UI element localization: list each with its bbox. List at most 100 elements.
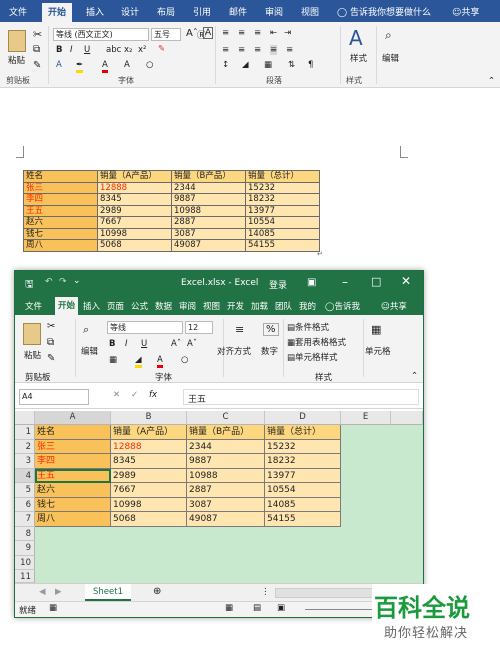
table-cell[interactable]: 54155 xyxy=(245,239,320,252)
excel-tab-insert[interactable]: 插入 xyxy=(83,300,100,312)
italic-icon[interactable]: I xyxy=(125,339,128,349)
cell[interactable]: 10988 xyxy=(187,468,265,483)
word-font-name[interactable]: 等线 (西文正文) xyxy=(53,28,149,41)
bullets-icon[interactable]: ≡ xyxy=(222,28,229,38)
paste-icon[interactable] xyxy=(8,30,26,52)
find-icon[interactable]: ⌕ xyxy=(385,28,392,43)
find-icon[interactable]: ⌕ xyxy=(83,323,89,337)
excel-font-name[interactable]: 等线 xyxy=(107,321,183,334)
add-sheet-icon[interactable]: ⊕ xyxy=(153,586,161,597)
number-format-icon[interactable]: % xyxy=(263,323,279,336)
excel-tab-home[interactable]: 开始 xyxy=(55,297,79,315)
row-header[interactable]: 8 xyxy=(15,526,35,541)
excel-share-button[interactable]: ☺共享 xyxy=(381,300,407,312)
cell[interactable]: 10998 xyxy=(111,497,187,512)
selected-cell[interactable]: 王五 xyxy=(35,468,111,483)
cell-styles-button[interactable]: ▤单元格样式 xyxy=(287,351,338,363)
char-shading-icon[interactable]: A xyxy=(124,60,130,70)
collapse-ribbon-icon[interactable]: ⌃ xyxy=(411,371,418,381)
prev-sheet-icon[interactable]: ◀ xyxy=(39,587,46,597)
increase-indent-icon[interactable]: ⇥ xyxy=(284,28,291,38)
cell[interactable]: 2887 xyxy=(187,483,265,498)
row-header[interactable]: 11 xyxy=(15,570,35,583)
table-cell[interactable]: 2344 xyxy=(171,181,246,194)
fill-color-icon[interactable]: ◢ xyxy=(135,355,142,368)
table-cell[interactable]: 5068 xyxy=(97,239,172,252)
phonetic-icon[interactable]: ○ xyxy=(146,60,153,70)
excel-tab-team[interactable]: 团队 xyxy=(275,300,292,312)
text-effects-icon[interactable]: A xyxy=(56,60,62,70)
excel-tell-me[interactable]: ◯告诉我 xyxy=(325,300,360,312)
excel-cells-label[interactable]: 单元格 xyxy=(365,345,391,357)
undo-icon[interactable]: ↶ xyxy=(45,277,53,287)
excel-tab-mine[interactable]: 我的 xyxy=(299,300,316,312)
column-header[interactable]: A xyxy=(35,411,111,425)
table-cell[interactable]: 7667 xyxy=(97,216,172,229)
maximize-icon[interactable]: □ xyxy=(371,275,381,288)
close-icon[interactable]: ✕ xyxy=(401,274,411,288)
cell[interactable]: 14085 xyxy=(265,497,341,512)
table-cell[interactable]: 2887 xyxy=(171,216,246,229)
normal-view-icon[interactable]: ▦ xyxy=(225,603,233,613)
word-styles-label[interactable]: 样式 xyxy=(350,52,367,64)
grow-font-icon[interactable]: Aˆ xyxy=(171,339,181,349)
excel-login[interactable]: 登录 xyxy=(269,278,287,291)
cell[interactable]: 10554 xyxy=(265,483,341,498)
table-cell[interactable]: 2989 xyxy=(97,204,172,217)
excel-tab-page[interactable]: 页面 xyxy=(107,300,124,312)
cancel-entry-icon[interactable]: ✕ xyxy=(113,390,120,400)
word-tab-design[interactable]: 设计 xyxy=(121,5,139,18)
excel-tab-view[interactable]: 视图 xyxy=(203,300,220,312)
cell[interactable]: 7667 xyxy=(111,483,187,498)
formula-input[interactable]: 王五 xyxy=(183,389,419,405)
superscript-icon[interactable]: x² xyxy=(138,45,146,55)
excel-tab-developer[interactable]: 开发 xyxy=(227,300,244,312)
table-cell[interactable]: 10998 xyxy=(97,227,172,240)
page-layout-icon[interactable]: ▤ xyxy=(253,603,261,613)
redo-icon[interactable]: ↷ xyxy=(59,277,67,287)
qat-dropdown-icon[interactable]: ⌄ xyxy=(73,276,81,286)
table-cell[interactable]: 王五 xyxy=(23,204,98,217)
bold-icon[interactable]: B xyxy=(56,45,62,55)
table-cell[interactable]: 12888 xyxy=(97,181,172,194)
column-header[interactable] xyxy=(391,411,423,425)
align-left-icon[interactable]: ≡ xyxy=(222,45,229,55)
table-cell[interactable]: 10554 xyxy=(245,216,320,229)
excel-tab-formulas[interactable]: 公式 xyxy=(131,300,148,312)
page-break-view-icon[interactable]: ▣ xyxy=(277,603,285,613)
table-cell[interactable]: 49087 xyxy=(171,239,246,252)
table-format-button[interactable]: ▦套用表格格式 xyxy=(287,336,346,348)
char-border-icon[interactable]: A xyxy=(203,27,214,39)
word-tab-view[interactable]: 视图 xyxy=(301,5,319,18)
row-header[interactable]: 10 xyxy=(15,555,35,570)
excel-tab-file[interactable]: 文件 xyxy=(25,300,42,312)
distributed-icon[interactable]: ≡ xyxy=(286,45,293,55)
minimize-icon[interactable]: – xyxy=(342,275,348,289)
excel-tab-data[interactable]: 数据 xyxy=(155,300,172,312)
cell[interactable]: 2344 xyxy=(187,439,265,454)
table-cell[interactable]: 销量（总计） xyxy=(245,170,320,183)
shading-icon[interactable]: ◢ xyxy=(242,60,249,70)
collapse-ribbon-icon[interactable]: ⌃ xyxy=(488,76,495,86)
shrink-font-icon[interactable]: Aˇ xyxy=(187,339,197,349)
table-cell[interactable]: 10988 xyxy=(171,204,246,217)
cell[interactable]: 2989 xyxy=(111,468,187,483)
table-cell[interactable]: 钱七 xyxy=(23,227,98,240)
excel-paste-label[interactable]: 粘贴 xyxy=(24,349,41,361)
table-cell[interactable]: 14085 xyxy=(245,227,320,240)
name-box[interactable]: A4 xyxy=(19,389,89,405)
alignment-icon[interactable]: ≡ xyxy=(235,323,244,336)
copy-icon[interactable]: ⧉ xyxy=(47,337,54,348)
word-tab-review[interactable]: 审阅 xyxy=(265,5,283,18)
column-header[interactable]: D xyxy=(265,411,341,425)
styles-icon[interactable]: A xyxy=(349,26,363,50)
align-right-icon[interactable]: ≡ xyxy=(254,45,261,55)
table-cell[interactable]: 姓名 xyxy=(23,170,98,183)
cell[interactable]: 钱七 xyxy=(35,497,111,512)
cell[interactable]: 周八 xyxy=(35,512,111,527)
cell[interactable]: 49087 xyxy=(187,512,265,527)
word-paste-label[interactable]: 粘贴 xyxy=(8,54,25,66)
excel-number-label[interactable]: 数字 xyxy=(261,345,278,357)
cell[interactable]: 姓名 xyxy=(35,425,111,440)
numbering-icon[interactable]: ≡ xyxy=(238,28,245,38)
